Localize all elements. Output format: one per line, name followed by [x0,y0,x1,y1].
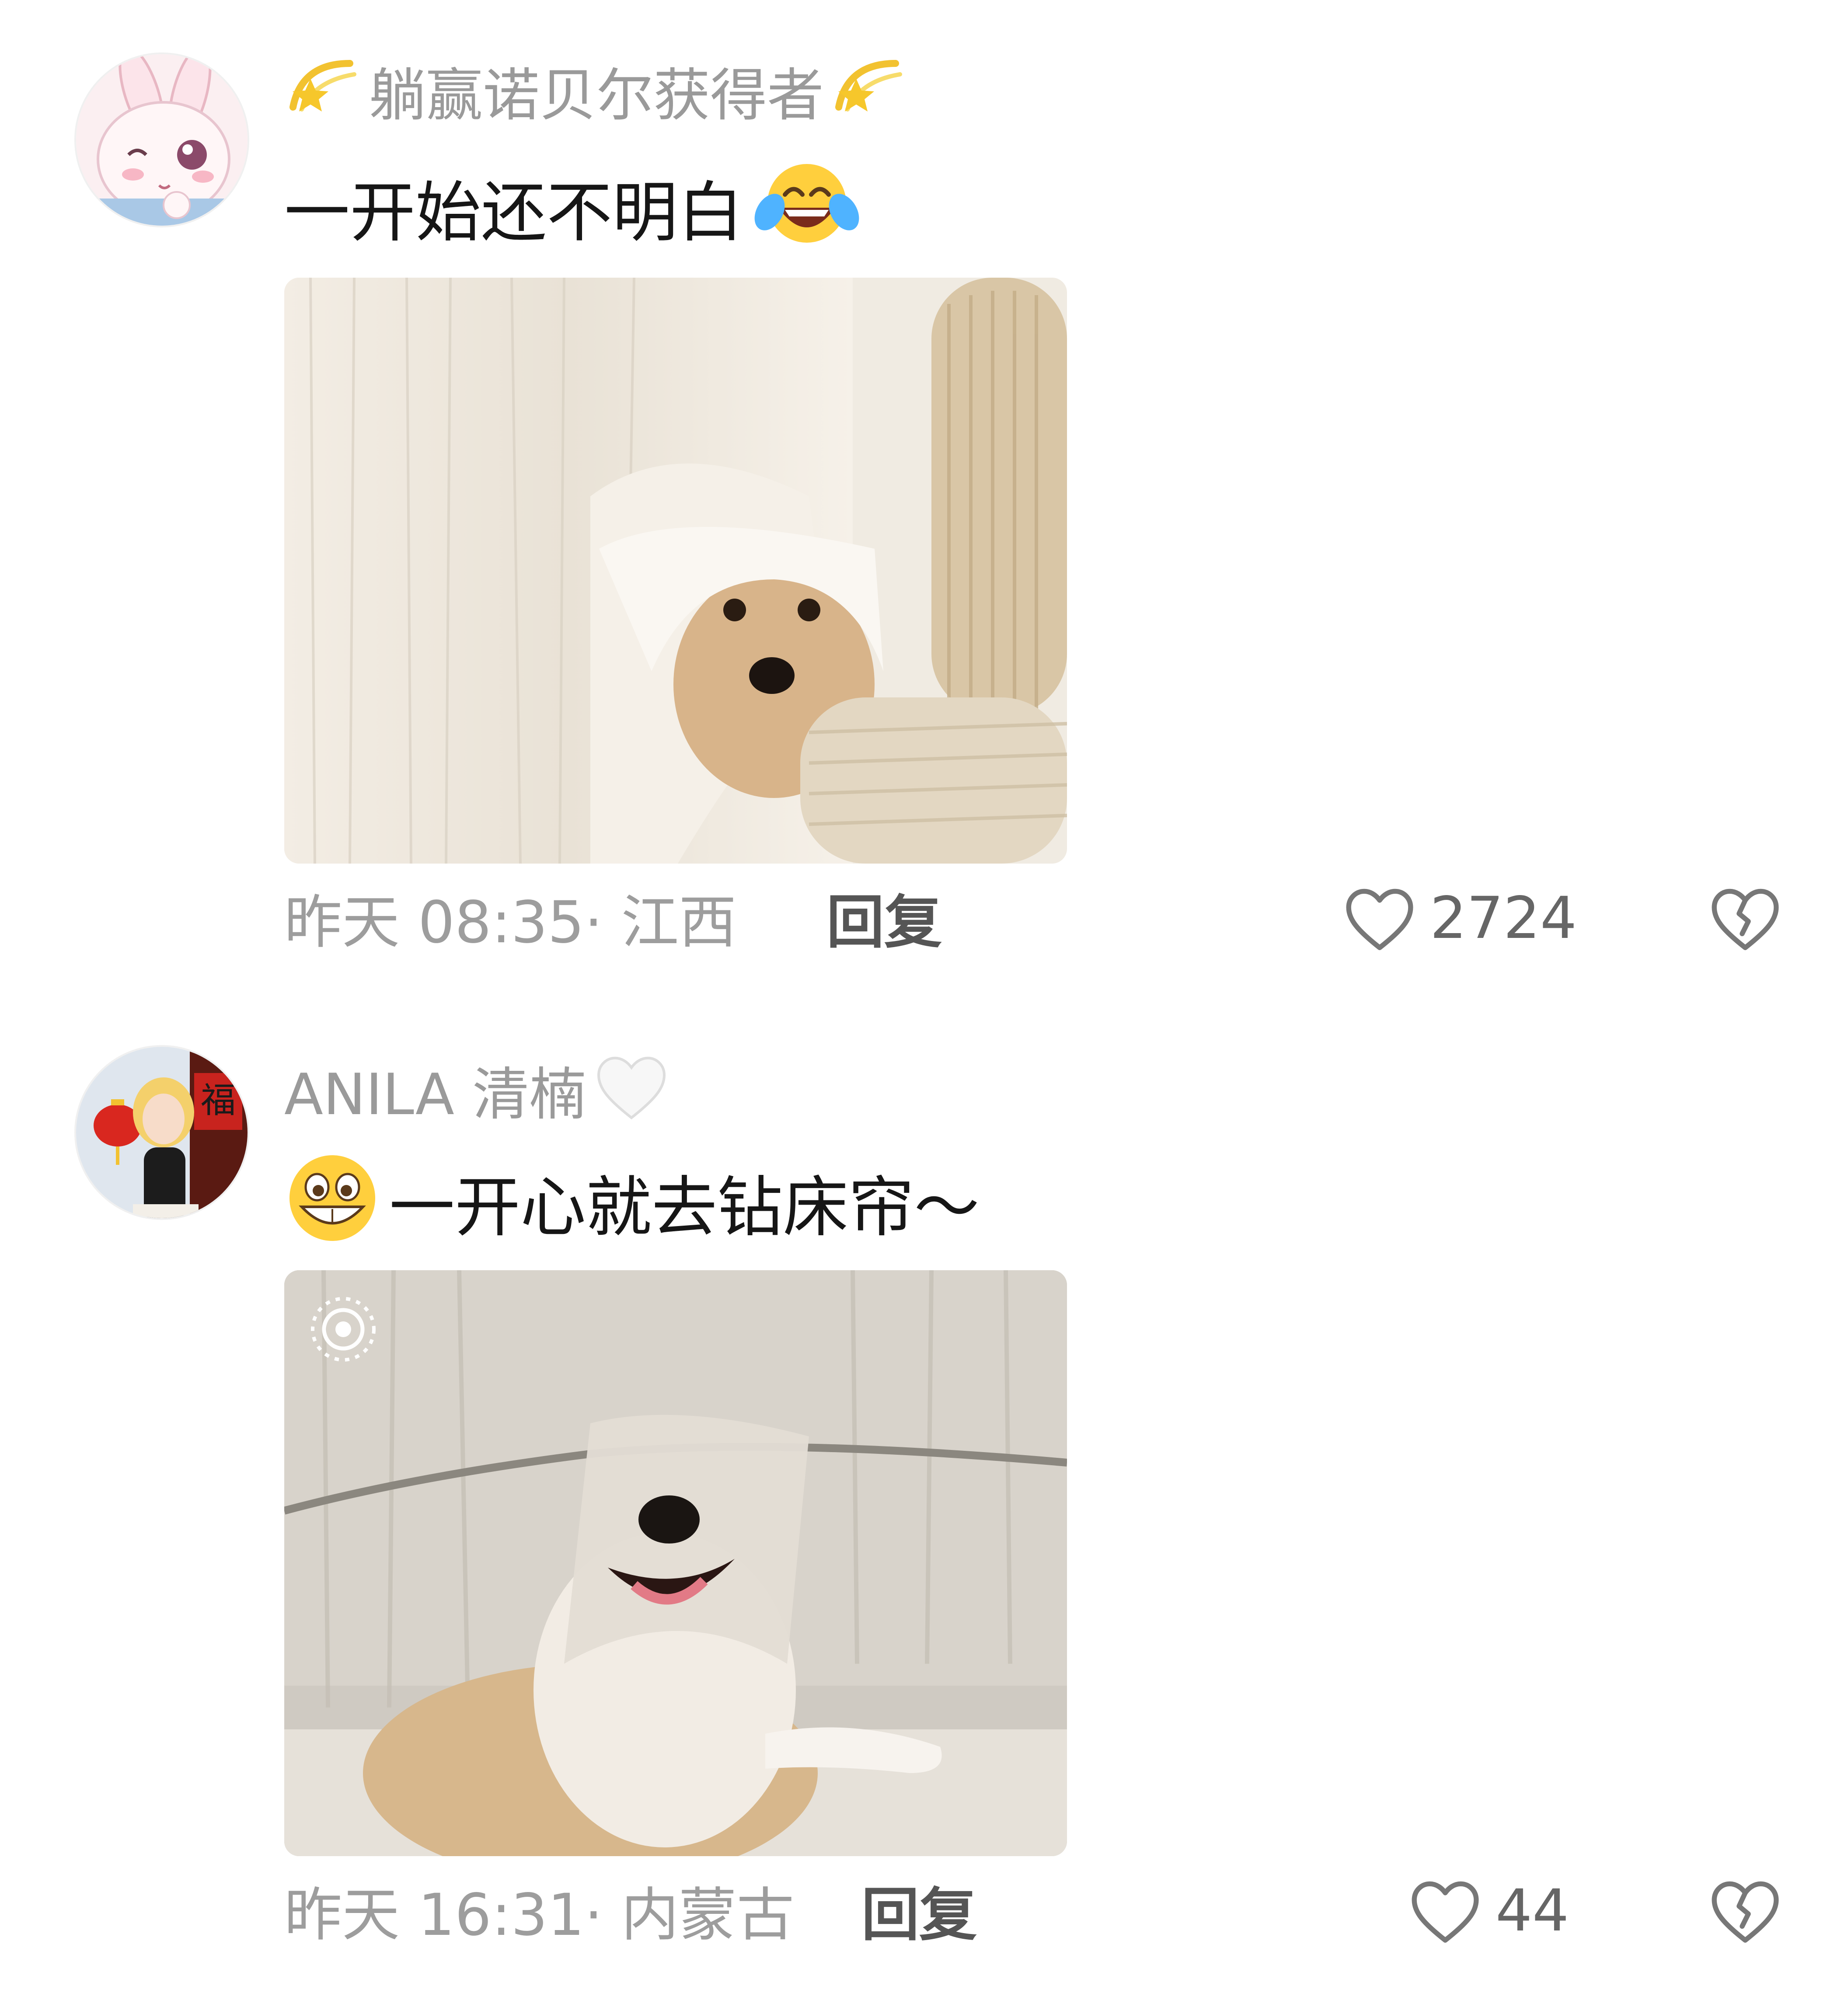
tears-of-joy-emoji-icon [752,160,861,266]
username[interactable]: 躺赢诺贝尔获得者 [284,55,909,136]
username-text: ANILA 清楠 [284,1061,586,1128]
comment-time: 昨天 08:35 [284,889,585,956]
like-button[interactable]: 44 [1408,1876,1569,1946]
comment-body: 一开心就去钻床帘～ [389,1170,980,1246]
comment-time: 昨天 16:31 [284,1882,585,1949]
heart-outline-icon [1412,1881,1479,1943]
dislike-button[interactable] [1708,883,1782,955]
reply-button[interactable]: 回复 [826,888,942,958]
like-button[interactable]: 2724 [1342,883,1577,953]
reply-button[interactable]: 回复 [861,1880,977,1950]
comment-list-screen: { "comments": [ { "username": "躺赢诺贝尔获得者"… [0,0,1848,2007]
comment-image[interactable] [284,278,1067,864]
comment-location: · 江西 [584,889,737,956]
comment-body: 一开始还不明白 [284,175,744,251]
white-heart-emoji-icon [592,1049,671,1139]
avatar[interactable]: 福 [74,1045,249,1220]
comment-location: · 内蒙古 [584,1882,795,1949]
like-count: 2724 [1430,885,1577,952]
comment-text: 一开始还不明白 [284,160,861,266]
dizzy-emoji-icon [284,55,363,136]
comment-meta: 昨天 08:35· 江西 [284,888,736,958]
heart-outline-icon [1346,889,1413,950]
comment-text: 一开心就去钻床帘～ [284,1152,980,1263]
comment-meta: 昨天 16:31· 内蒙古 [284,1880,794,1950]
username-text: 躺赢诺贝尔获得者 [369,62,824,129]
dislike-button[interactable] [1708,1876,1782,1948]
comment-image[interactable] [284,1270,1067,1856]
dizzy-emoji-icon [830,55,909,136]
avatar[interactable] [74,52,249,227]
username[interactable]: ANILA 清楠 [284,1049,671,1139]
grinning-face-emoji-icon [284,1152,380,1263]
broken-heart-icon [1712,889,1779,950]
like-count: 44 [1496,1877,1569,1944]
broken-heart-icon [1712,1881,1779,1943]
svg-text:福: 福 [201,1080,236,1121]
